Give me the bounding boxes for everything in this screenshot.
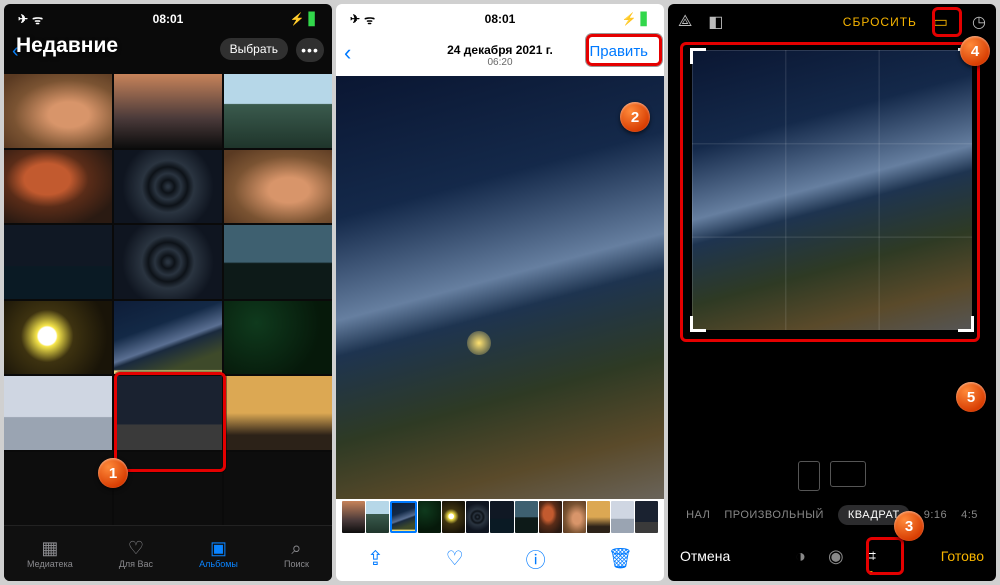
crop-toolbar-top: ⟁ ◧ СБРОСИТЬ ▭ ◷ <box>668 4 996 40</box>
photo-viewer[interactable] <box>336 76 664 499</box>
favorite-icon[interactable]: ♡ <box>446 546 464 571</box>
callout-1: 1 <box>98 458 128 488</box>
mode-filters-icon[interactable]: ◉ <box>828 546 844 567</box>
select-button[interactable]: Выбрать <box>220 38 288 60</box>
crop-toolbar-bottom: Отмена ◑ ◉ ⌗ Готово <box>668 531 996 581</box>
foryou-icon: ♡ <box>128 539 144 557</box>
photo-thumb[interactable] <box>224 150 332 224</box>
detail-toolbar: ⇪ ♡ ⓘ 🗑 <box>336 535 664 581</box>
crop-canvas-area <box>668 40 996 453</box>
photo-time: 06:20 <box>487 57 512 68</box>
info-icon[interactable]: ⓘ <box>526 544 546 573</box>
page-title: Недавние <box>16 34 118 58</box>
orientation-landscape[interactable] <box>830 461 866 487</box>
photo-thumb[interactable] <box>4 452 112 526</box>
crop-grid-overlay <box>692 50 972 330</box>
mode-crop-icon[interactable]: ⌗ <box>866 546 876 567</box>
aspect-ratio-row: НАЛ ПРОИЗВОЛЬНЫЙ КВАДРАТ 9:16 4:5 <box>668 491 996 531</box>
tab-foryou[interactable]: ♡Для Вас <box>119 539 153 569</box>
photo-thumb[interactable] <box>114 452 222 526</box>
tab-search[interactable]: ⌕Поиск <box>284 539 309 569</box>
edit-mode-switcher: ◑ ◉ ⌗ <box>795 546 876 567</box>
more-button[interactable]: ••• <box>296 38 324 62</box>
callout-5: 5 <box>956 382 986 412</box>
crop-image[interactable] <box>692 50 972 330</box>
photo-thumb[interactable] <box>114 376 222 450</box>
cancel-button[interactable]: Отмена <box>680 548 730 564</box>
screen-photo-detail: ✈︎ ᯤ 08:01 ⚡▋ ‹ 24 декабря 2021 г. 06:20… <box>336 4 664 581</box>
screen-gallery: ✈︎ ᯤ 08:01 ⚡▋ ‹ Выбрать ••• Недавние 1 ▦… <box>4 4 332 581</box>
ratio-9-16[interactable]: 9:16 <box>924 509 947 521</box>
screen-crop-editor: ⟁ ◧ СБРОСИТЬ ▭ ◷ 4 5 НАЛ ПРОИЗВОЛЬНЫЙ КВ… <box>668 4 996 581</box>
crop-handle-br[interactable] <box>958 316 974 332</box>
aspect-ratio-icon[interactable]: ▭ <box>933 12 948 32</box>
filmstrip[interactable] <box>336 499 664 535</box>
ratio-4-5[interactable]: 4:5 <box>961 509 978 521</box>
library-icon: ▦ <box>41 539 58 557</box>
edit-button[interactable]: Править <box>582 40 657 63</box>
flip-icon[interactable]: ⟁ <box>678 13 692 31</box>
ratio-original[interactable]: НАЛ <box>686 509 710 521</box>
share-icon[interactable]: ⇪ <box>367 546 384 571</box>
status-bar: ✈︎ ᯤ 08:01 ⚡▋ <box>336 4 664 34</box>
rotate-icon[interactable]: ◧ <box>708 12 723 32</box>
photo-thumb[interactable] <box>4 150 112 224</box>
orientation-picker <box>668 453 996 491</box>
callout-3: 3 <box>894 511 924 541</box>
ratio-free[interactable]: ПРОИЗВОЛЬНЫЙ <box>724 509 824 521</box>
photo-thumb[interactable] <box>4 301 112 375</box>
callout-4: 4 <box>960 36 990 66</box>
photo-thumb[interactable] <box>4 225 112 299</box>
photo-thumb[interactable] <box>224 225 332 299</box>
photo-date: 24 декабря 2021 г. <box>447 43 553 57</box>
callout-2: 2 <box>620 102 650 132</box>
done-button[interactable]: Готово <box>941 548 984 564</box>
mode-adjust-icon[interactable]: ◑ <box>795 546 806 567</box>
photo-thumb[interactable] <box>4 74 112 148</box>
back-button[interactable]: ‹ <box>344 40 351 66</box>
photo-grid: 1 <box>4 74 332 525</box>
albums-icon: ▣ <box>210 539 227 557</box>
orientation-portrait[interactable] <box>798 461 820 491</box>
crop-handle-bl[interactable] <box>690 316 706 332</box>
trash-icon[interactable]: 🗑 <box>608 546 633 571</box>
photo-thumb[interactable] <box>224 74 332 148</box>
status-bar: ✈︎ ᯤ 08:01 ⚡▋ <box>4 4 332 34</box>
tab-bar: ▦Медиатека ♡Для Вас ▣Альбомы ⌕Поиск <box>4 525 332 581</box>
tab-albums[interactable]: ▣Альбомы <box>199 539 238 569</box>
search-icon: ⌕ <box>291 539 301 557</box>
status-time: 08:01 <box>336 12 664 26</box>
tab-library[interactable]: ▦Медиатека <box>27 539 73 569</box>
photo-thumb[interactable] <box>114 150 222 224</box>
photo-thumb[interactable] <box>224 376 332 450</box>
detail-header: ‹ 24 декабря 2021 г. 06:20 Править <box>336 34 664 76</box>
crop-handle-tl[interactable] <box>690 48 706 64</box>
photo-thumb[interactable] <box>4 376 112 450</box>
photo-thumb[interactable] <box>224 301 332 375</box>
freeform-rotate-icon[interactable]: ◷ <box>972 12 986 32</box>
photo-thumb[interactable] <box>114 301 222 375</box>
reset-button[interactable]: СБРОСИТЬ <box>843 15 917 29</box>
photo-thumb[interactable] <box>114 225 222 299</box>
photo-thumb[interactable] <box>224 452 332 526</box>
photo-thumb[interactable] <box>114 74 222 148</box>
status-time: 08:01 <box>4 12 332 26</box>
